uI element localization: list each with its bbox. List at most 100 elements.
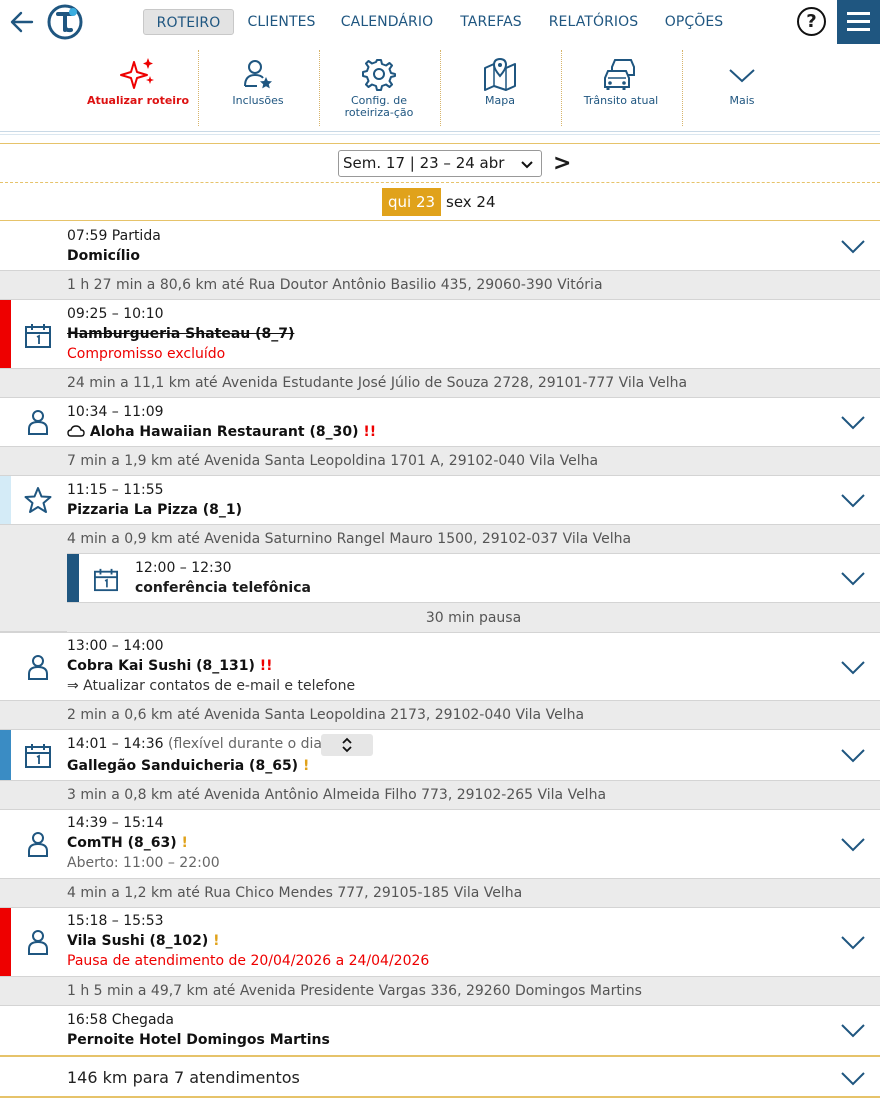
cloud-icon	[67, 425, 85, 437]
expand-chevron-icon[interactable]	[840, 1023, 866, 1039]
route-stop[interactable]: 15:18 – 15:53 Vila Sushi (8_102) ! Pausa…	[0, 908, 880, 977]
map-label: Mapa	[485, 94, 515, 107]
route-summary[interactable]: 146 km para 7 atendimentos	[0, 1055, 880, 1098]
person-icon	[28, 410, 48, 435]
tab-opcoes[interactable]: OPÇÕES	[660, 9, 728, 35]
person-star-icon	[244, 60, 272, 89]
stop-name: Vila Sushi (8_102)	[67, 933, 209, 949]
sparkle-icon	[120, 58, 154, 89]
menu-bar	[847, 20, 870, 23]
stop-name: Hamburgueria Shateau (8_7)	[67, 326, 295, 342]
tab-roteiro[interactable]: ROTEIRO	[143, 9, 234, 35]
stop-name: Cobra Kai Sushi (8_131)	[67, 658, 255, 674]
inclusions-label: Inclusões	[232, 94, 284, 107]
person-icon	[28, 930, 48, 955]
travel-segment: 1 h 5 min a 49,7 km até Avenida Presiden…	[0, 977, 880, 1006]
expand-chevron-icon[interactable]	[840, 837, 866, 853]
person-icon	[28, 655, 48, 680]
flex-note: (flexível durante o dia)	[168, 736, 328, 752]
expand-chevron-icon[interactable]	[840, 1071, 866, 1087]
expand-chevron-icon[interactable]	[840, 935, 866, 951]
more-button[interactable]: Mais	[682, 50, 802, 126]
time-spinner[interactable]	[321, 734, 373, 756]
route-stop[interactable]: 09:25 – 10:10 Hamburgueria Shateau (8_7)…	[0, 300, 880, 369]
stop-note: Pausa de atendimento de 20/04/2026 a 24/…	[67, 953, 430, 969]
calendar-icon	[94, 568, 118, 592]
stop-note: Compromisso excluído	[67, 346, 226, 362]
travel-segment: 2 min a 0,6 km até Avenida Santa Leopold…	[0, 701, 880, 730]
route-stop[interactable]: 13:00 – 14:00 Cobra Kai Sushi (8_131) !!…	[0, 632, 880, 701]
route-stop[interactable]: 14:39 – 15:14 ComTH (8_63) ! Aberto: 11:…	[0, 810, 880, 879]
status-stripe	[0, 476, 11, 524]
appointment-name: conferência telefônica	[135, 580, 311, 596]
inclusions-button[interactable]: Inclusões	[198, 50, 318, 126]
route-end[interactable]: 16:58 Chegada Pernoite Hotel Domingos Ma…	[0, 1006, 880, 1055]
tab-relatorios[interactable]: RELATÓRIOS	[545, 9, 642, 35]
up-down-arrows-icon	[342, 737, 352, 753]
status-stripe	[0, 908, 11, 976]
tab-tarefas[interactable]: TAREFAS	[456, 9, 526, 35]
stop-name: ComTH (8_63)	[67, 835, 177, 851]
week-select-value: Sem. 17 | 23 – 24 abr	[343, 154, 505, 172]
travel-segment: 24 min a 11,1 km até Avenida Estudante J…	[0, 369, 880, 398]
update-route-button[interactable]: Atualizar roteiro	[78, 50, 198, 126]
back-arrow-icon[interactable]	[8, 8, 36, 36]
map-pin-icon	[484, 57, 516, 91]
route-stop[interactable]: 11:15 – 11:55 Pizzaria La Pizza (8_1)	[0, 476, 880, 525]
week-select[interactable]: Sem. 17 | 23 – 24 abr	[338, 150, 542, 177]
opening-hours: Aberto: 11:00 – 22:00	[67, 855, 220, 871]
stop-name: Aloha Hawaiian Restaurant (8_30)	[89, 424, 359, 440]
tab-calendario[interactable]: CALENDÁRIO	[337, 9, 437, 35]
expand-chevron-icon[interactable]	[840, 660, 866, 676]
appointment-item[interactable]: 12:00 – 12:30 conferência telefônica	[67, 553, 880, 603]
start-name: Domicílio	[67, 248, 140, 264]
priority-flag: !	[302, 758, 310, 774]
traffic-button[interactable]: Trânsito atual	[561, 50, 681, 126]
routing-config-button[interactable]: Config. de roteiriza-ção	[319, 50, 439, 126]
person-icon	[28, 832, 48, 857]
toolbar-divider-line	[0, 134, 880, 135]
menu-bar	[847, 28, 870, 31]
expand-chevron-icon[interactable]	[840, 748, 866, 764]
priority-flag: !!	[259, 658, 273, 674]
stop-time: 11:15 – 11:55	[67, 482, 164, 498]
travel-text: 3 min a 0,8 km até Avenida Antônio Almei…	[67, 787, 607, 803]
expand-chevron-icon[interactable]	[840, 239, 866, 255]
stop-name-row: ComTH (8_63) !	[67, 835, 188, 851]
travel-text: 24 min a 11,1 km até Avenida Estudante J…	[67, 375, 688, 391]
help-button[interactable]: ?	[797, 7, 826, 36]
expand-chevron-icon[interactable]	[840, 493, 866, 509]
traffic-cars-icon	[604, 59, 635, 90]
status-stripe	[0, 730, 11, 780]
travel-text: 4 min a 0,9 km até Avenida Saturnino Ran…	[67, 531, 632, 547]
route-start[interactable]: 07:59 Partida Domicílio	[0, 222, 880, 271]
route-stop[interactable]: 10:34 – 11:09 Aloha Hawaiian Restaurant …	[0, 398, 880, 447]
start-time: 07:59 Partida	[67, 228, 161, 244]
stop-time: 14:01 – 14:36	[67, 736, 164, 752]
summary-text: 146 km para 7 atendimentos	[67, 1068, 300, 1087]
next-week-button[interactable]: >	[553, 150, 571, 178]
day-tab-fri[interactable]: sex 24	[440, 188, 502, 216]
route-stop[interactable]: 14:01 – 14:36 (flexível durante o dia) G…	[0, 730, 880, 781]
expand-chevron-icon[interactable]	[840, 571, 866, 587]
day-tab-thu[interactable]: qui 23	[382, 188, 442, 216]
travel-text: 1 h 27 min a 80,6 km até Rua Doutor Antô…	[67, 277, 603, 293]
top-navigation: ROTEIRO CLIENTES CALENDÁRIO TAREFAS RELA…	[0, 0, 880, 44]
expand-chevron-icon[interactable]	[840, 415, 866, 431]
map-button[interactable]: Mapa	[440, 50, 560, 126]
day-tabs: qui 23 sex 24	[0, 184, 880, 221]
chevron-down-icon	[521, 161, 533, 169]
t-logo-icon[interactable]	[47, 4, 83, 40]
stop-time: 15:18 – 15:53	[67, 913, 164, 929]
appointment-stripe	[67, 554, 79, 602]
week-selector-row: Sem. 17 | 23 – 24 abr >	[0, 143, 880, 183]
route-toolbar: Atualizar roteiro Inclusões Config. de r…	[0, 44, 880, 132]
pause-row: 30 min pausa	[67, 604, 880, 632]
priority-flag: !!	[363, 424, 377, 440]
tab-clientes[interactable]: CLIENTES	[244, 9, 319, 35]
hamburger-menu-button[interactable]	[837, 0, 880, 44]
travel-text: 1 h 5 min a 49,7 km até Avenida Presiden…	[67, 983, 642, 999]
end-name: Pernoite Hotel Domingos Martins	[67, 1032, 330, 1048]
stop-name-row: Aloha Hawaiian Restaurant (8_30) !!	[67, 424, 376, 440]
stop-name-row: Gallegão Sanduicheria (8_65) !	[67, 758, 309, 774]
